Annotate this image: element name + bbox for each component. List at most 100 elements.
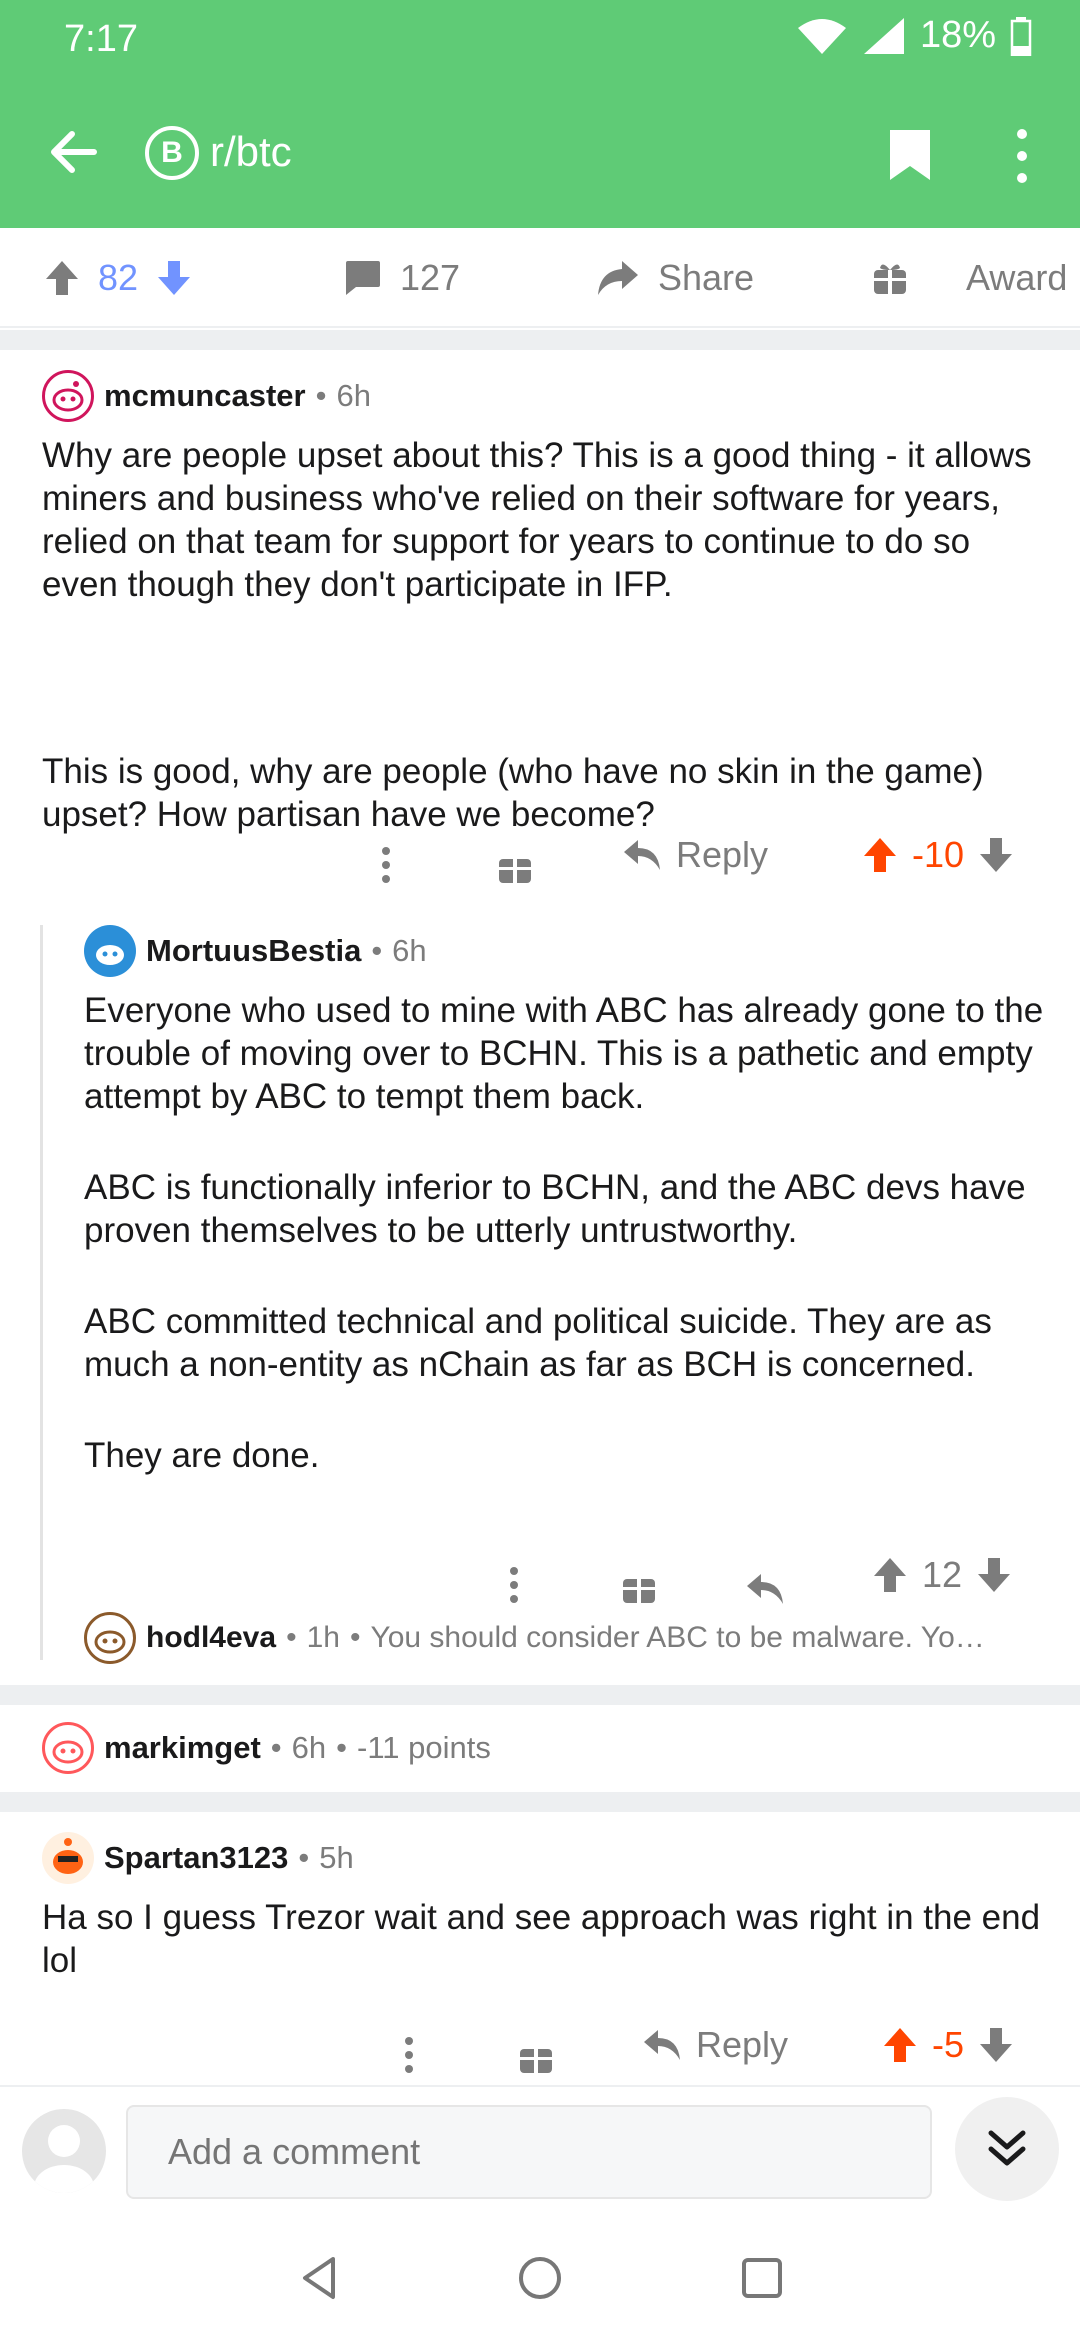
comment-age: 6h bbox=[336, 378, 371, 413]
comment-paragraph: ABC is functionally inferior to BCHN, an… bbox=[84, 1168, 1026, 1250]
username[interactable]: Spartan3123 bbox=[104, 1840, 288, 1876]
avatar[interactable] bbox=[42, 1722, 94, 1774]
award-button[interactable]: Award bbox=[872, 228, 1067, 328]
comments-count: 127 bbox=[400, 257, 461, 298]
comment-age: 6h bbox=[291, 1730, 327, 1765]
comment-paragraph: Everyone who used to mine with ABC has a… bbox=[84, 991, 1044, 1116]
gift-icon[interactable] bbox=[621, 1557, 657, 1617]
more-options-icon[interactable] bbox=[1010, 126, 1034, 186]
upvote-icon[interactable] bbox=[44, 259, 80, 297]
post-score: 82 bbox=[98, 257, 139, 298]
comment-paragraph bbox=[42, 656, 1052, 700]
comment-actions: Reply -10 bbox=[0, 825, 1080, 885]
dot-separator: • bbox=[315, 378, 327, 413]
reply-icon bbox=[644, 2030, 680, 2060]
gift-icon[interactable] bbox=[497, 837, 533, 897]
comment-actions: 12 bbox=[0, 1545, 1080, 1605]
comment-mcmuncaster: mcmuncaster • 6h Why are people upset ab… bbox=[0, 350, 1080, 895]
dot-separator: • bbox=[349, 1621, 361, 1654]
nav-recents-icon[interactable] bbox=[737, 2253, 787, 2303]
downvote-icon[interactable] bbox=[978, 836, 1014, 874]
comment-preview: You should consider ABC to be malware. Y… bbox=[370, 1621, 985, 1654]
profile-icon bbox=[34, 2125, 94, 2193]
avatar[interactable] bbox=[42, 1832, 94, 1884]
comment-composer-bar bbox=[0, 2085, 1080, 2215]
comment-bubble-icon bbox=[346, 261, 380, 295]
comment-score: 12 bbox=[922, 1554, 963, 1595]
share-button[interactable]: Share bbox=[596, 228, 754, 328]
nav-home-icon[interactable] bbox=[515, 2253, 565, 2303]
section-divider bbox=[0, 1792, 1080, 1812]
subreddit-icon[interactable]: B bbox=[145, 126, 199, 180]
add-comment-input[interactable] bbox=[126, 2105, 932, 2199]
dot-separator: • bbox=[336, 1730, 347, 1765]
reply-label: Reply bbox=[696, 2024, 789, 2065]
comment-spartan3123: Spartan3123 • 5h Ha so I guess Trezor wa… bbox=[0, 1812, 1080, 2082]
reply-icon bbox=[624, 840, 660, 870]
reply-label: Reply bbox=[676, 834, 769, 875]
downvote-icon[interactable] bbox=[976, 1556, 1012, 1594]
vote-control: 12 bbox=[872, 1545, 1012, 1605]
back-arrow-icon[interactable] bbox=[44, 122, 104, 182]
snoo-avatar-icon bbox=[96, 945, 124, 965]
more-options-icon[interactable] bbox=[508, 1555, 520, 1615]
nav-back-icon[interactable] bbox=[295, 2253, 345, 2303]
snoo-avatar-icon bbox=[94, 1630, 126, 1654]
comment-paragraph: Why are people upset about this? This is… bbox=[42, 436, 1032, 604]
comment-actions: Reply -5 bbox=[0, 2015, 1080, 2075]
comment-body: Ha so I guess Trezor wait and see approa… bbox=[42, 1896, 1052, 2032]
comment-paragraph: ABC committed technical and political su… bbox=[84, 1302, 992, 1384]
avatar[interactable] bbox=[84, 925, 136, 977]
next-comment-button[interactable] bbox=[955, 2097, 1059, 2201]
dot-separator: • bbox=[270, 1730, 282, 1765]
battery-icon bbox=[1010, 16, 1032, 56]
comment-points: -11 points bbox=[357, 1730, 491, 1765]
reply-icon[interactable] bbox=[745, 1559, 785, 1619]
reply-button[interactable]: Reply bbox=[622, 825, 768, 885]
gift-icon bbox=[874, 264, 906, 294]
avatar[interactable] bbox=[42, 370, 94, 422]
more-options-icon[interactable] bbox=[403, 2025, 415, 2085]
collapsed-comment-hodl4eva[interactable]: hodl4eva • 1h • You should consider ABC … bbox=[84, 1612, 985, 1664]
app-bar: B r/btc bbox=[0, 100, 1080, 210]
share-icon bbox=[598, 261, 638, 295]
award-label: Award bbox=[966, 257, 1068, 298]
share-label: Share bbox=[658, 257, 755, 298]
bookmark-icon[interactable] bbox=[888, 128, 932, 182]
reply-button[interactable]: Reply bbox=[642, 2015, 788, 2075]
username[interactable]: markimget bbox=[104, 1730, 261, 1766]
subreddit-name[interactable]: r/btc bbox=[210, 128, 292, 176]
comment-header: mcmuncaster • 6h bbox=[42, 370, 371, 422]
comment-score: -5 bbox=[932, 2024, 965, 2065]
snoo-avatar-icon bbox=[52, 1740, 84, 1764]
avatar[interactable] bbox=[84, 1612, 136, 1664]
comment-paragraph: They are done. bbox=[84, 1436, 320, 1475]
comment-age: 1h bbox=[306, 1621, 340, 1654]
username[interactable]: mcmuncaster bbox=[104, 378, 306, 414]
comment-body: Why are people upset about this? This is… bbox=[42, 434, 1052, 886]
username[interactable]: hodl4eva bbox=[146, 1621, 276, 1655]
gift-icon[interactable] bbox=[518, 2027, 554, 2087]
comment-mortuusbestia: MortuusBestia • 6h Everyone who used to … bbox=[0, 905, 1080, 1660]
username[interactable]: MortuusBestia bbox=[146, 933, 361, 969]
upvote-icon[interactable] bbox=[872, 1556, 908, 1594]
dot-separator: • bbox=[371, 933, 383, 968]
comment-age: 5h bbox=[319, 1840, 354, 1875]
comments-count-button[interactable]: 127 bbox=[342, 228, 460, 328]
section-divider bbox=[0, 330, 1080, 350]
double-chevron-down-icon bbox=[988, 2130, 1026, 2166]
collapsed-comment-markimget[interactable]: markimget • 6h • -11 points bbox=[42, 1722, 491, 1774]
status-bar: 7:17 18% bbox=[0, 0, 1080, 80]
vote-control: 82 bbox=[44, 228, 192, 328]
upvote-icon[interactable] bbox=[882, 2026, 918, 2064]
post-action-bar: 82 127 Share Award bbox=[0, 228, 1080, 328]
upvote-icon[interactable] bbox=[862, 836, 898, 874]
comment-header: Spartan3123 • 5h bbox=[42, 1832, 354, 1884]
downvote-icon[interactable] bbox=[156, 259, 192, 297]
user-avatar[interactable] bbox=[22, 2109, 106, 2193]
comment-score: -10 bbox=[912, 834, 965, 875]
snoo-avatar-icon bbox=[53, 1838, 83, 1874]
more-options-icon[interactable] bbox=[380, 835, 392, 895]
vote-control: -10 bbox=[862, 825, 1014, 885]
downvote-icon[interactable] bbox=[978, 2026, 1014, 2064]
